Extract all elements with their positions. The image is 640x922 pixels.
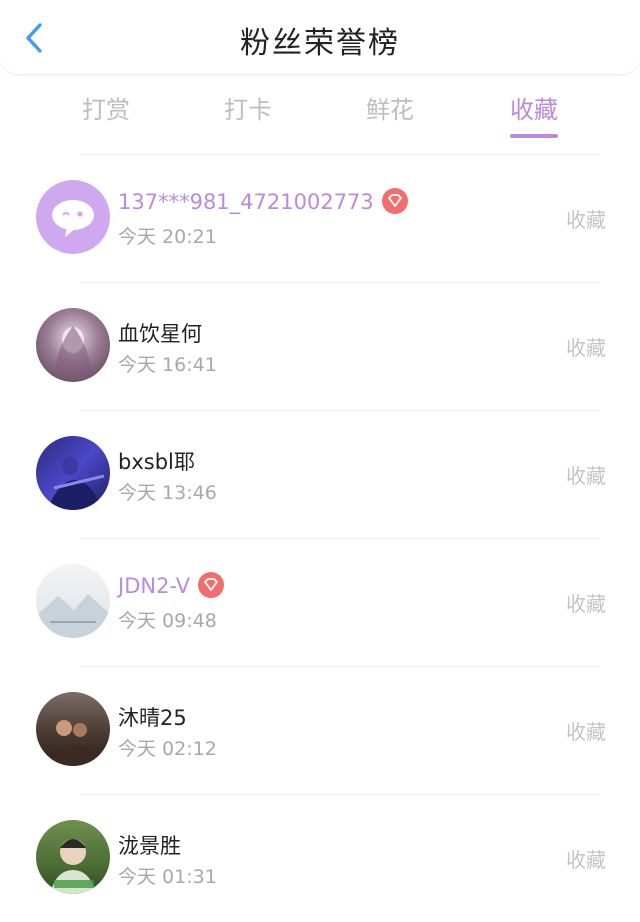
divider (80, 154, 600, 155)
user-name: 泷景胜 (118, 834, 181, 858)
avatar[interactable] (36, 308, 110, 382)
diamond-badge-icon (198, 572, 225, 598)
user-name: bxsbl耶 (118, 450, 195, 474)
user-name: 沐晴25 (118, 706, 187, 730)
boy-portrait-icon (50, 839, 96, 894)
top-bar: 粉丝荣誉榜 (0, 0, 640, 75)
avatar[interactable] (36, 564, 110, 638)
active-tab-indicator (510, 134, 558, 138)
favorite-label: 收藏 (566, 336, 606, 360)
list-item[interactable]: 沐晴25 今天 02:12 收藏 (0, 666, 640, 794)
timestamp: 今天 09:48 (118, 610, 217, 632)
chat-bubble-icon (52, 200, 94, 237)
list-item[interactable]: bxsbl耶 今天 13:46 收藏 (0, 410, 640, 538)
page-title: 粉丝荣誉榜 (240, 26, 400, 61)
girl-portrait-icon (54, 326, 92, 378)
tab-reward[interactable]: 打赏 (46, 90, 166, 125)
list-item[interactable]: 137***981_4721002773 今天 20:21 收藏 (0, 154, 640, 282)
diamond-badge-icon (381, 188, 408, 214)
avatar[interactable] (36, 180, 110, 254)
user-name: 血饮星何 (118, 322, 202, 346)
user-name: JDN2-V (118, 572, 225, 600)
divider (80, 282, 600, 283)
favorite-label: 收藏 (566, 208, 606, 232)
favorite-label: 收藏 (566, 720, 606, 744)
avatar[interactable] (36, 692, 110, 766)
divider (80, 794, 600, 795)
favorite-label: 收藏 (566, 464, 606, 488)
user-name-text: 137***981_4721002773 (118, 190, 374, 214)
list-item[interactable]: 泷景胜 今天 01:31 收藏 (0, 794, 640, 922)
tab-flowers[interactable]: 鲜花 (330, 90, 450, 125)
list-item[interactable]: 血饮星何 今天 16:41 收藏 (0, 282, 640, 410)
guitar-player-icon (48, 457, 105, 510)
favorite-label: 收藏 (566, 592, 606, 616)
divider (80, 666, 600, 667)
favorite-label: 收藏 (566, 848, 606, 872)
list-item[interactable]: JDN2-V 今天 09:48 收藏 (0, 538, 640, 666)
avatar[interactable] (36, 436, 110, 510)
timestamp: 今天 16:41 (118, 354, 217, 376)
avatar[interactable] (36, 820, 110, 894)
couple-icon (46, 720, 106, 766)
mountain-icon (36, 594, 110, 638)
tab-checkin[interactable]: 打卡 (188, 90, 308, 125)
user-name: 137***981_4721002773 (118, 188, 408, 216)
timestamp: 今天 01:31 (118, 866, 217, 888)
tab-favorites[interactable]: 收藏 (474, 90, 594, 125)
tab-bar: 打赏 打卡 鲜花 收藏 (0, 80, 640, 142)
divider (80, 538, 600, 539)
timestamp: 今天 13:46 (118, 482, 217, 504)
user-name-text: JDN2-V (118, 574, 191, 598)
timestamp: 今天 20:21 (118, 226, 217, 248)
divider (80, 410, 600, 411)
timestamp: 今天 02:12 (118, 738, 217, 760)
